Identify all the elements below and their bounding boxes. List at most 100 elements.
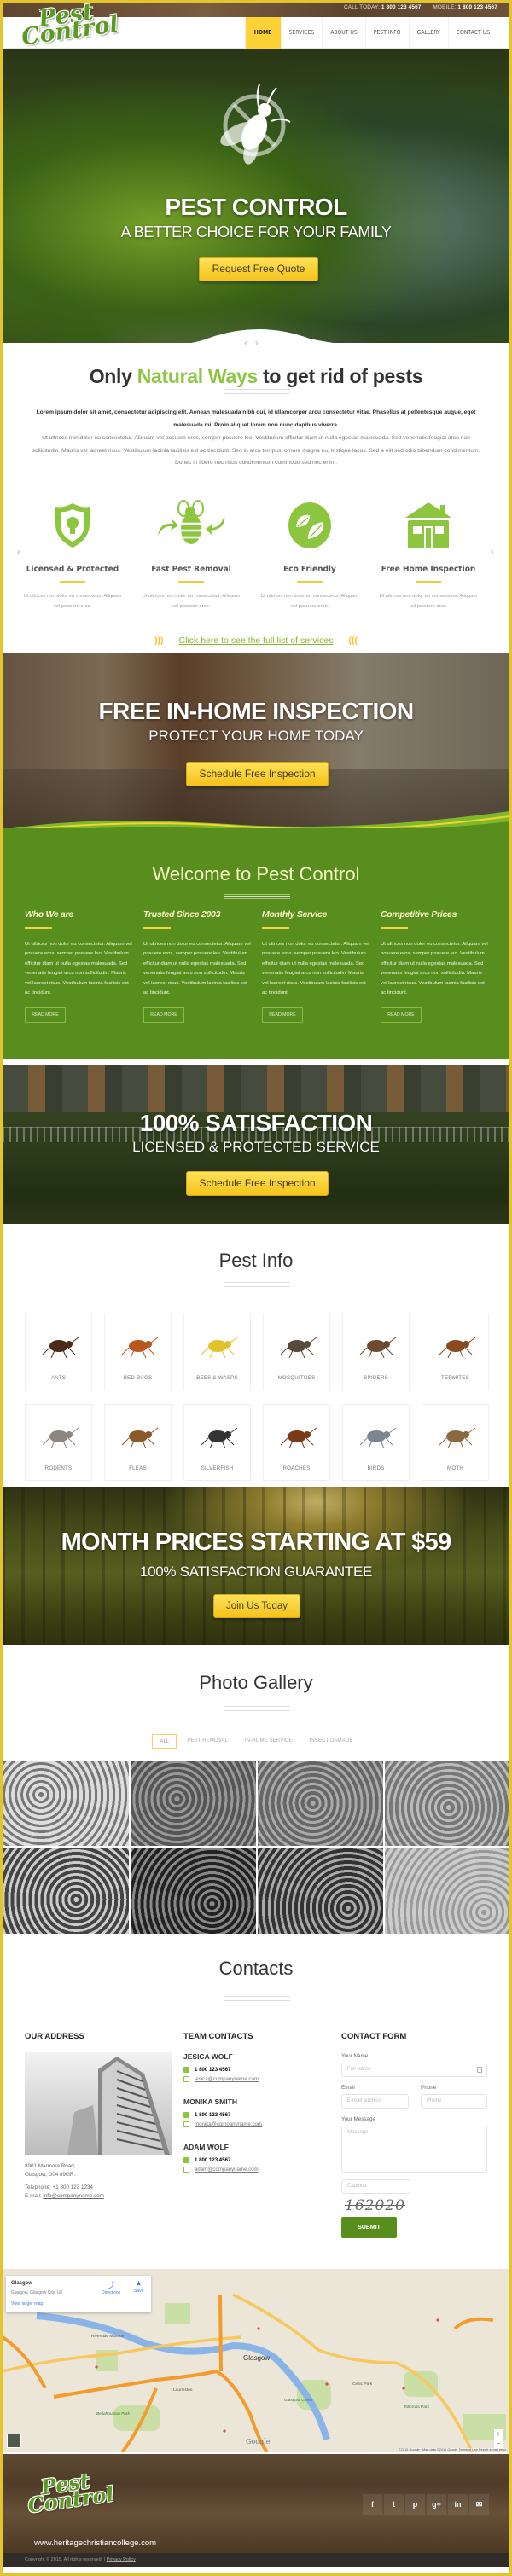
footer-logo[interactable]: Pest Control [25,2469,115,2518]
captcha-placeholder: Capthca [347,2184,367,2189]
pest-card-ants[interactable]: ANTS [25,1314,92,1390]
feature-home-inspection[interactable]: Free Home Inspection Ut ultrices non dol… [377,497,480,612]
schedule-inspection-button-2[interactable]: Schedule Free Inspection [186,1171,329,1196]
request-quote-button[interactable]: Request Free Quote [199,257,318,281]
linkedin-icon[interactable]: in [448,2494,468,2515]
name-label: Your Name [341,2053,369,2059]
column-text: Ut ultrices non dolor eu consectetur. Al… [25,942,132,996]
read-more-button[interactable]: READ MORE [381,1007,422,1024]
divider [224,1282,290,1287]
call-number[interactable]: 1 800 123 4567 [381,4,422,10]
nav-home[interactable]: HOME [244,17,281,49]
join-us-button[interactable]: Join Us Today [213,1594,300,1618]
nav-pest-info[interactable]: PEST INFO [364,17,409,49]
map-place-detail: Glasgow, Glasgow City, UK [11,2290,63,2295]
pest-card-spiders[interactable]: SPIDERS [342,1314,410,1390]
pest-card-bed-bugs[interactable]: BED BUGS [104,1314,172,1390]
member-email-link[interactable]: adam@companyname.com [195,2167,259,2173]
gallery-photo-ladybug[interactable] [3,1848,130,1935]
feature-text: Ut ultrices non dolor eu consectetur. Al… [260,594,359,609]
mobile-number[interactable]: 1 800 123 4567 [457,4,497,10]
features-prev-arrow[interactable]: ‹ [17,544,21,558]
pest-image [184,1325,250,1367]
terms-link[interactable]: Terms of Use [458,2448,477,2451]
pest-card-bees-wasps[interactable]: BEES & WASPS [183,1314,251,1390]
directions-button[interactable]: ⤴ Directions [102,2279,120,2295]
pest-image [422,1415,488,1458]
feature-eco-friendly[interactable]: Eco Friendly Ut ultrices non dolor eu co… [259,497,361,612]
bee-arrows-icon [158,499,225,544]
autofill-icon[interactable] [477,2067,482,2073]
nav-gallery[interactable]: GALLERY [408,17,448,49]
full-name-input[interactable]: Full Name [341,2063,487,2077]
pest-card-birds[interactable]: BIRDS [342,1404,410,1481]
phone-input[interactable]: Phone [421,2094,487,2109]
read-more-button[interactable]: READ MORE [262,1007,303,1024]
full-services-link[interactable]: Click here to see the full list of servi… [179,635,334,646]
filter-in-home-service[interactable]: IN-HOME SERVICE [238,1734,300,1749]
gallery-photo-bees[interactable] [257,1848,384,1935]
column-title: Trusted Since 2003 [143,909,221,920]
view-larger-map-link[interactable]: View larger map [11,2301,43,2306]
member-email-link[interactable]: monika@companyname.com [195,2121,262,2127]
pest-card-rodents[interactable]: RODENTS [25,1404,92,1481]
pest-image [26,1325,91,1367]
member-email-link[interactable]: jesica@companyname.com [195,2076,259,2082]
feature-licensed[interactable]: Licensed & Protected Ut ultrices non dol… [21,497,124,612]
twitter-icon[interactable]: t [384,2494,404,2515]
message-textarea[interactable]: Message [341,2126,487,2173]
pest-card-silverfish[interactable]: SILVERFISH [183,1404,251,1481]
read-more-button[interactable]: READ MORE [25,1007,66,1024]
gallery-photo-mold-damage[interactable] [384,1848,509,1935]
pest-card-moth[interactable]: MOTH [422,1404,489,1481]
name-placeholder: Full Name [347,2067,371,2072]
save-button[interactable]: ★ Save [134,2279,143,2294]
privacy-policy-link[interactable]: Privacy Policy [107,2557,136,2562]
page-bottom [3,2567,509,2573]
nav-about-us[interactable]: ABOUT US [322,17,365,49]
schedule-inspection-button[interactable]: Schedule Free Inspection [186,762,329,786]
report-link[interactable]: Report a map error [479,2448,506,2451]
filter-all[interactable]: ALL [152,1734,177,1749]
satellite-toggle[interactable] [7,2434,21,2448]
email-icon[interactable]: ✉ [469,2494,489,2515]
submit-button[interactable]: SUBMIT [341,2217,397,2238]
gallery-photo-termite-damaged-wood[interactable] [130,1760,257,1847]
google-map[interactable]: Glasgow Glasgow, Glasgow City, UK View l… [3,2269,509,2452]
pest-card-roaches[interactable]: ROACHES [263,1404,330,1481]
star-icon: ★ [135,2279,143,2288]
logo[interactable]: Pest Control [20,3,119,57]
divider [224,1996,290,2001]
pest-image [343,1325,409,1367]
feature-title: Eco Friendly [283,565,336,574]
pest-card-fleas[interactable]: FLEAS [104,1404,172,1481]
read-more-button[interactable]: READ MORE [143,1007,184,1024]
filter-insect-damage[interactable]: INSECT DAMAGE [303,1734,360,1749]
gallery-photo-cockroaches[interactable] [130,1848,257,1935]
zoom-in-button[interactable]: + [494,2429,503,2439]
pinterest-icon[interactable]: p [405,2494,425,2515]
facebook-icon[interactable]: f [363,2494,382,2515]
zoom-out-button[interactable]: − [494,2439,503,2448]
hero-prev-arrow[interactable]: ‹ [244,336,254,349]
hero-next-arrow[interactable]: › [254,336,265,349]
column-text: Ut ultrices non dolor eu consectetur. Al… [262,942,369,996]
address-email-link[interactable]: info@companyname.com [43,2193,104,2199]
nav-contact-us[interactable]: CONTACT US [447,17,497,49]
pest-card-termites[interactable]: TERMITES [422,1314,489,1390]
phone-icon [183,2112,189,2118]
feature-fast-removal[interactable]: Fast Pest Removal Ut ultrices non dolor … [140,497,242,612]
gallery-photo-ant[interactable] [257,1760,384,1847]
email-input[interactable]: E-mail address [341,2094,409,2109]
google-plus-icon[interactable]: g+ [427,2494,446,2515]
gallery-photo-maggots[interactable] [3,1760,130,1847]
prices-title: MONTH PRICES STARTING AT $59 [61,1529,451,1556]
gallery-photo-mouse[interactable] [384,1760,509,1847]
pest-label: SPIDERS [364,1375,388,1381]
features-next-arrow[interactable]: › [490,544,494,558]
filter-pest-removal[interactable]: PEST REMOVAL [180,1734,235,1749]
pest-card-mosquitoes[interactable]: MOSQUITOES [263,1314,330,1390]
nav-services[interactable]: SERVICES [280,17,323,49]
no-fly-icon [220,84,291,165]
captcha-input[interactable]: Capthca [341,2179,410,2194]
